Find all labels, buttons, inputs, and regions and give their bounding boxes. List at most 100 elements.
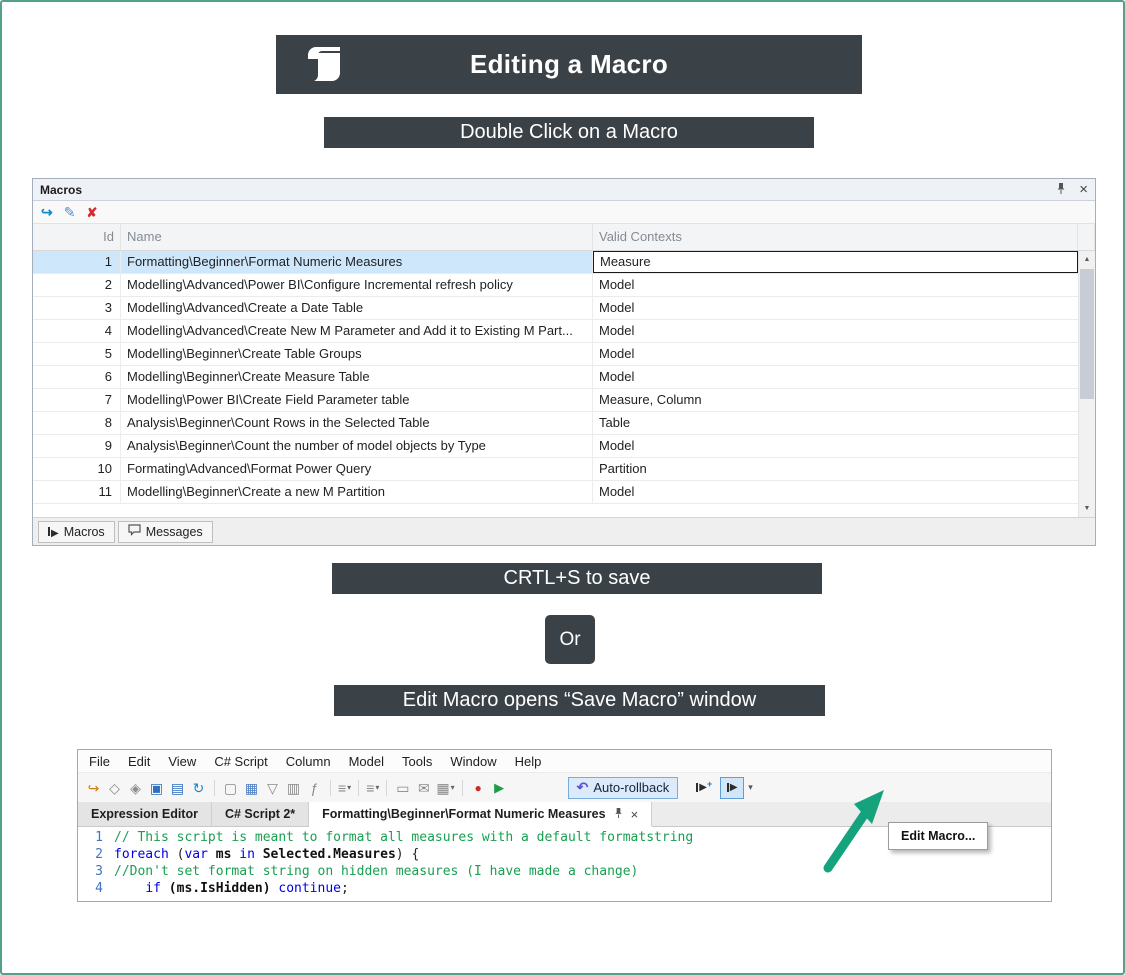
menu-csharp-script[interactable]: C# Script <box>205 750 276 772</box>
line-number: 4 <box>78 880 114 897</box>
step-banner-double-click: Double Click on a Macro <box>324 117 814 148</box>
column-header-valid-contexts[interactable]: Valid Contexts <box>593 224 1078 250</box>
toolbar-separator <box>330 780 331 796</box>
cell-id: 9 <box>33 435 121 457</box>
tutorial-page: Editing a Macro Double Click on a Macro … <box>0 0 1125 975</box>
macros-panel-titlebar: Macros × <box>33 179 1095 201</box>
chevron-down-icon: ▾ <box>451 784 455 792</box>
scroll-down-icon[interactable]: ▼ <box>1079 500 1095 517</box>
edit-macro-pencil-icon[interactable]: ✎ <box>64 205 76 219</box>
menu-edit[interactable]: Edit <box>119 750 159 772</box>
menu-file[interactable]: File <box>80 750 119 772</box>
menu-model[interactable]: Model <box>340 750 393 772</box>
filter-icon[interactable]: ▽ <box>262 777 283 799</box>
cell-id: 3 <box>33 297 121 319</box>
pin-icon[interactable] <box>613 807 624 822</box>
edit-macro-dropdown-caret[interactable]: ▾ <box>748 782 753 793</box>
table-row[interactable]: 5 Modelling\Beginner\Create Table Groups… <box>33 343 1078 366</box>
macros-panel: Macros × ↪ ✎ ✘ Id Name Valid Contexts <box>32 178 1096 546</box>
auto-rollback-button[interactable]: ↶ Auto-rollback <box>568 777 679 799</box>
tab-expression-editor[interactable]: Expression Editor <box>78 802 212 826</box>
step-banner-label: Edit Macro opens “Save Macro” window <box>403 689 756 712</box>
run-script-icon[interactable]: ▶ <box>489 777 510 799</box>
cell-name: Formatting\Beginner\Format Numeric Measu… <box>121 251 593 273</box>
column-header-name[interactable]: Name <box>121 224 593 250</box>
toolbar-separator <box>386 780 387 796</box>
pin-icon[interactable] <box>1055 182 1067 198</box>
table-row[interactable]: 4 Modelling\Advanced\Create New M Parame… <box>33 320 1078 343</box>
sort-list-dropdown[interactable]: ≡▾ <box>336 777 353 799</box>
layout-dropdown[interactable]: ▦▾ <box>434 777 456 799</box>
run-macro-icon[interactable]: ↪ <box>41 205 53 219</box>
chevron-down-icon: ▾ <box>347 784 351 792</box>
menu-window[interactable]: Window <box>441 750 505 772</box>
table-row[interactable]: 6 Modelling\Beginner\Create Measure Tabl… <box>33 366 1078 389</box>
step-banner-save: CRTL+S to save <box>332 563 822 594</box>
save-icon[interactable]: ▣ <box>146 777 167 799</box>
save-macro-icon[interactable]: ▶+ <box>694 777 714 799</box>
code-text: foreach (var ms in Selected.Measures) { <box>114 846 419 863</box>
open-file-icon[interactable]: ↪ <box>83 777 104 799</box>
close-icon[interactable]: × <box>631 807 639 822</box>
scrollbar-thumb[interactable] <box>1080 269 1094 399</box>
cell-name: Formating\Advanced\Format Power Query <box>121 458 593 480</box>
delete-macro-icon[interactable]: ✘ <box>86 206 97 219</box>
perspective-dropdown[interactable]: ≡▾ <box>364 777 381 799</box>
cell-id: 1 <box>33 251 121 273</box>
grid-rows: 1 Formatting\Beginner\Format Numeric Mea… <box>33 251 1078 504</box>
column-header-id[interactable]: Id <box>33 224 121 250</box>
table-row[interactable]: 3 Modelling\Advanced\Create a Date Table… <box>33 297 1078 320</box>
table-row[interactable]: 10 Formating\Advanced\Format Power Query… <box>33 458 1078 481</box>
table-row[interactable]: 2 Modelling\Advanced\Power BI\Configure … <box>33 274 1078 297</box>
menu-column[interactable]: Column <box>277 750 340 772</box>
scrollbar-track[interactable] <box>1079 268 1095 500</box>
auto-rollback-label: Auto-rollback <box>593 780 669 795</box>
table-row[interactable]: 11 Modelling\Beginner\Create a new M Par… <box>33 481 1078 504</box>
toolbar-separator <box>214 780 215 796</box>
tab-messages[interactable]: Messages <box>118 521 213 543</box>
refresh-icon[interactable]: ↻ <box>188 777 209 799</box>
cell-id: 4 <box>33 320 121 342</box>
vertical-scrollbar[interactable]: ▲ ▼ <box>1078 251 1095 517</box>
toolbar-separator <box>358 780 359 796</box>
format-dax-icon[interactable]: ƒ <box>304 777 325 799</box>
line-number: 1 <box>78 829 114 846</box>
title-banner: Editing a Macro <box>276 35 862 94</box>
line-number: 2 <box>78 846 114 863</box>
panel-bottom-tabs: ▶ Macros Messages <box>33 517 1095 545</box>
record-icon[interactable]: ● <box>468 777 489 799</box>
tab-format-numeric-measures[interactable]: Formatting\Beginner\Format Numeric Measu… <box>309 802 652 827</box>
cell-contexts: Model <box>593 481 1078 503</box>
table-row[interactable]: 8 Analysis\Beginner\Count Rows in the Se… <box>33 412 1078 435</box>
menu-help[interactable]: Help <box>506 750 551 772</box>
cell-name: Modelling\Power BI\Create Field Paramete… <box>121 389 593 411</box>
menu-bar: File Edit View C# Script Column Model To… <box>78 750 1051 773</box>
close-icon[interactable]: × <box>1079 182 1088 197</box>
menu-view[interactable]: View <box>159 750 205 772</box>
table-icon[interactable]: ▦ <box>241 777 262 799</box>
tab-label: Formatting\Beginner\Format Numeric Measu… <box>322 807 605 821</box>
edit-macro-tooltip: Edit Macro... <box>888 822 988 850</box>
edit-macro-button[interactable]: ▶ <box>720 777 744 799</box>
columns-icon[interactable]: ▥ <box>283 777 304 799</box>
new-document-icon[interactable]: ▢ <box>220 777 241 799</box>
menu-tools[interactable]: Tools <box>393 750 441 772</box>
cell-contexts: Model <box>593 343 1078 365</box>
table-row-selected[interactable]: 1 Formatting\Beginner\Format Numeric Mea… <box>33 251 1078 274</box>
cell-id: 5 <box>33 343 121 365</box>
model-cube-icon[interactable]: ◇ <box>104 777 125 799</box>
macros-tab-icon: ▶ <box>48 525 59 539</box>
tab-macros[interactable]: ▶ Macros <box>38 521 115 543</box>
scroll-up-icon[interactable]: ▲ <box>1079 251 1095 268</box>
save-all-icon[interactable]: ▤ <box>167 777 188 799</box>
table-row[interactable]: 7 Modelling\Power BI\Create Field Parame… <box>33 389 1078 412</box>
cell-contexts: Measure, Column <box>593 389 1078 411</box>
tab-csharp-script-2[interactable]: C# Script 2* <box>212 802 309 826</box>
table-row[interactable]: 9 Analysis\Beginner\Count the number of … <box>33 435 1078 458</box>
frame-icon[interactable]: ▭ <box>392 777 413 799</box>
cell-contexts-focused[interactable]: Measure <box>593 251 1078 273</box>
messages-icon[interactable]: ✉ <box>413 777 434 799</box>
deploy-icon[interactable]: ◈ <box>125 777 146 799</box>
cell-id: 6 <box>33 366 121 388</box>
code-line: 3 //Don't set format string on hidden me… <box>78 863 1051 880</box>
